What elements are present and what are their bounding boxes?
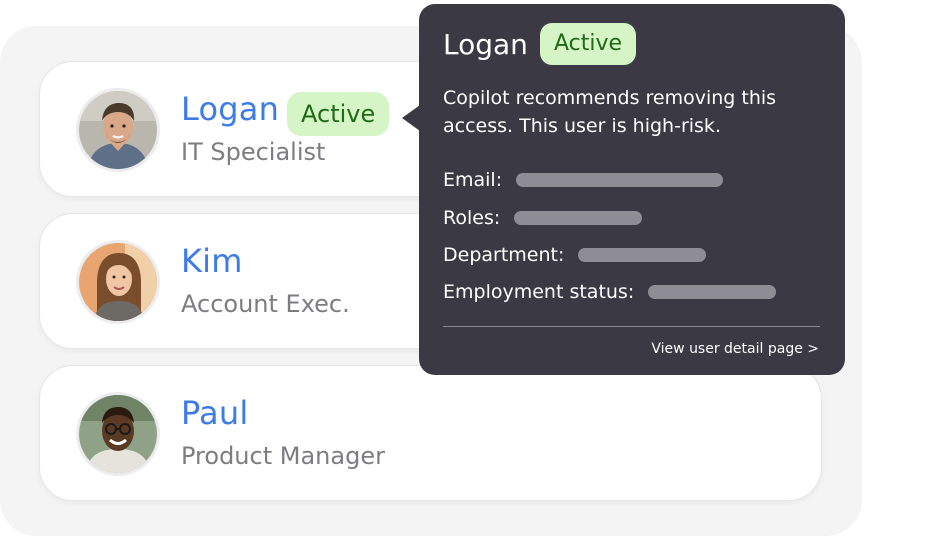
- user-access-view: Logan Active IT Specialist Kim Account E…: [0, 0, 936, 553]
- roles-label: Roles:: [443, 207, 501, 229]
- user-card-paul[interactable]: Paul Product Manager: [39, 365, 822, 501]
- department-field: Department:: [443, 243, 707, 267]
- avatar-kim: [79, 243, 157, 321]
- copilot-recommendation: Copilot recommends removing this access.…: [443, 87, 777, 137]
- department-value-placeholder: [578, 248, 707, 262]
- status-badge: Active: [287, 92, 390, 136]
- email-value-placeholder: [516, 173, 724, 187]
- avatar-paul: [79, 395, 157, 473]
- user-role: Product Manager: [181, 442, 385, 470]
- user-name[interactable]: Logan: [181, 90, 279, 128]
- roles-value-placeholder: [514, 211, 643, 225]
- avatar-photo-icon: [79, 395, 157, 473]
- employment-status-value-placeholder: [648, 285, 777, 299]
- user-role: IT Specialist: [181, 138, 326, 166]
- tooltip-status-badge: Active: [540, 23, 637, 65]
- user-detail-tooltip: Logan Active Copilot recommends removing…: [402, 4, 845, 375]
- email-field: Email:: [443, 168, 724, 192]
- user-name[interactable]: Kim: [181, 242, 243, 280]
- roles-field: Roles:: [443, 206, 643, 230]
- avatar-photo-icon: [79, 91, 157, 169]
- email-label: Email:: [443, 169, 503, 191]
- employment-status-label: Employment status:: [443, 281, 635, 303]
- avatar-logan: [79, 91, 157, 169]
- user-role: Account Exec.: [181, 290, 350, 318]
- tooltip-divider: [443, 326, 820, 327]
- department-label: Department:: [443, 244, 565, 266]
- avatar-photo-icon: [79, 243, 157, 321]
- view-user-detail-link[interactable]: View user detail page >: [651, 341, 819, 357]
- tooltip-arrow: [402, 105, 420, 131]
- user-name[interactable]: Paul: [181, 394, 248, 432]
- employment-status-field: Employment status:: [443, 280, 777, 304]
- tooltip-user-name: Logan: [443, 28, 528, 61]
